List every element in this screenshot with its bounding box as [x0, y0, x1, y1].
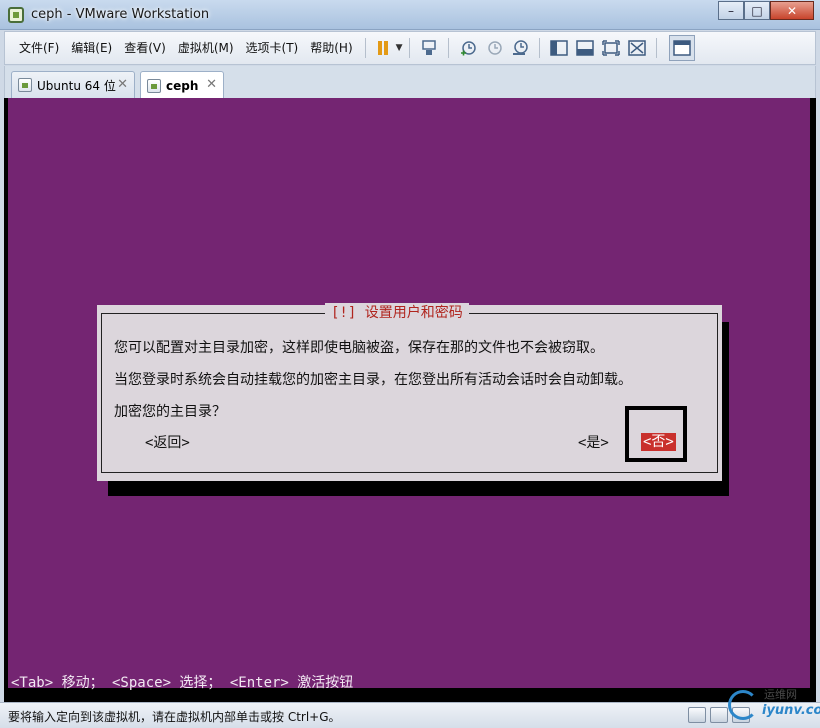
snapshot-revert-icon[interactable]: [481, 36, 507, 60]
watermark-top-text: 运维网: [764, 688, 797, 701]
tab-ceph[interactable]: ceph ✕: [140, 71, 224, 99]
close-tab-icon[interactable]: ✕: [117, 77, 128, 92]
pause-icon[interactable]: [372, 36, 394, 60]
status-text: 要将输入定向到该虚拟机，请在虚拟机内部单击或按 Ctrl+G。: [8, 710, 341, 724]
maximize-button[interactable]: □: [744, 1, 770, 20]
installer-dialog: [!] 设置用户和密码 您可以配置对主目录加密，这样即使电脑被盗，保存在那的文件…: [97, 303, 722, 481]
tab-label: ceph: [166, 78, 199, 93]
dialog-title: [!] 设置用户和密码: [325, 303, 469, 325]
sidebar-icon[interactable]: [546, 36, 572, 60]
menu-view[interactable]: 查看(V): [118, 37, 172, 59]
watermark-ring-icon: [728, 690, 758, 720]
title-bar[interactable]: ceph - VMware Workstation – □ ✕: [0, 0, 820, 30]
menu-vm[interactable]: 虚拟机(M): [172, 37, 240, 59]
watermark-bottom-text: iyunv.com: [762, 703, 820, 718]
hard-disk-icon[interactable]: [688, 707, 706, 723]
dialog-text-line-2: 当您登录时系统会自动挂载您的加密主目录，在您登出所有活动会话时会自动卸载。: [114, 372, 632, 388]
tab-label: Ubuntu 64 位: [37, 78, 116, 93]
vm-icon: [147, 78, 161, 93]
menu-file[interactable]: 文件(F): [13, 37, 65, 59]
console-view-icon[interactable]: [572, 36, 598, 60]
vm-icon: [18, 78, 32, 92]
vm-key-hint: <Tab> 移动； <Space> 选择； <Enter> 激活按钮: [11, 675, 354, 691]
window-controls: – □ ✕: [718, 1, 814, 21]
toolbar-separator: [364, 38, 366, 58]
menu-help[interactable]: 帮助(H): [304, 37, 358, 59]
close-tab-icon[interactable]: ✕: [206, 77, 217, 92]
unity-icon[interactable]: [624, 36, 650, 60]
fullscreen-icon[interactable]: [598, 36, 624, 60]
menu-toolbar: 文件(F) 编辑(E) 查看(V) 虚拟机(M) 选项卡(T) 帮助(H) ▼: [4, 31, 816, 65]
menu-edit[interactable]: 编辑(E): [65, 37, 118, 59]
watermark-logo: 运维网 iyunv.com: [722, 686, 820, 726]
snapshot-take-icon[interactable]: [455, 36, 481, 60]
window-title: ceph - VMware Workstation: [31, 7, 210, 22]
pause-dropdown-icon[interactable]: ▼: [396, 43, 403, 53]
snapshot-manager-icon[interactable]: [507, 36, 533, 60]
yes-button[interactable]: <是>: [578, 432, 609, 452]
minimize-button[interactable]: –: [718, 1, 744, 20]
menu-tabs[interactable]: 选项卡(T): [240, 37, 305, 59]
dialog-text-line-1: 您可以配置对主目录加密，这样即使电脑被盗，保存在那的文件也不会被窃取。: [114, 340, 604, 356]
close-button[interactable]: ✕: [770, 1, 814, 20]
status-bar: 要将输入定向到该虚拟机，请在虚拟机内部单击或按 Ctrl+G。: [0, 702, 820, 728]
tab-strip: Ubuntu 64 位 ✕ ceph ✕: [4, 66, 816, 99]
vmware-app-icon: [8, 7, 24, 23]
dialog-question: 加密您的主目录？: [114, 404, 226, 420]
send-ctrl-alt-del-icon[interactable]: [416, 36, 442, 60]
tab-ubuntu-64[interactable]: Ubuntu 64 位 ✕: [11, 71, 135, 98]
thumbnail-icon[interactable]: [668, 35, 695, 61]
back-button[interactable]: <返回>: [145, 432, 190, 452]
no-button[interactable]: <否>: [641, 433, 676, 451]
